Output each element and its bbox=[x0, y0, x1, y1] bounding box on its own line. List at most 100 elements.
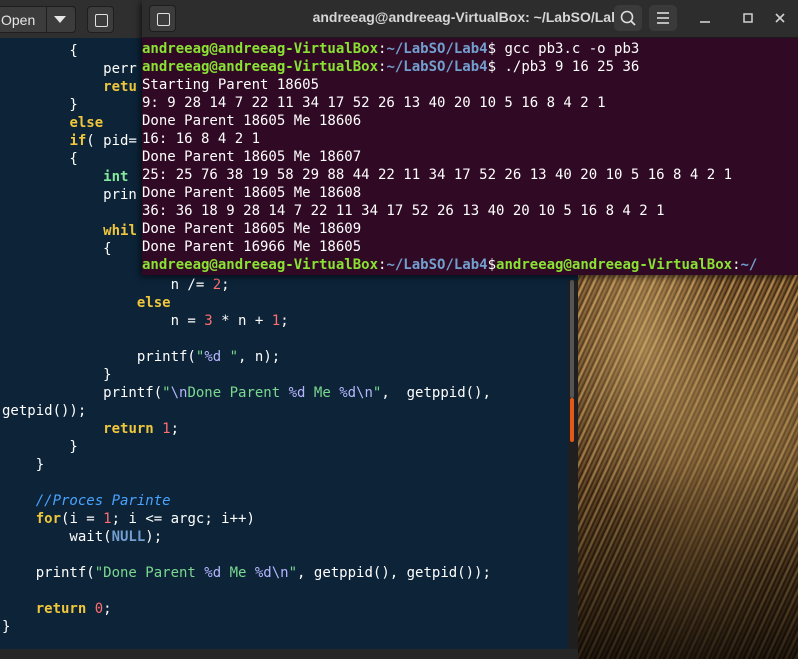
text-segment: $ bbox=[487, 257, 497, 273]
search-button[interactable] bbox=[614, 5, 642, 31]
text-segment bbox=[2, 133, 69, 149]
text-segment: " bbox=[288, 565, 298, 581]
text-segment bbox=[154, 421, 162, 437]
text-segment: " bbox=[221, 349, 239, 365]
text-segment: 16: 16 8 4 2 1 bbox=[142, 131, 261, 147]
close-button[interactable] bbox=[770, 8, 790, 28]
text-segment: %d bbox=[204, 349, 222, 365]
text-segment: whil bbox=[103, 223, 137, 239]
text-segment: andreeag@andreeag-VirtualBox bbox=[142, 257, 379, 273]
code-line: } bbox=[2, 96, 78, 114]
scrollbar-track[interactable] bbox=[570, 280, 574, 398]
terminal-line: Done Parent 18605 Me 18609 bbox=[142, 220, 361, 238]
minimize-button[interactable] bbox=[695, 8, 715, 28]
code-line: printf("Done Parent %d Me %d\n", getppid… bbox=[2, 564, 491, 582]
new-tab-icon bbox=[95, 14, 108, 27]
text-segment: printf( bbox=[2, 565, 95, 581]
terminal-line: Done Parent 18605 Me 18606 bbox=[142, 112, 361, 130]
terminal-line: Starting Parent 18605 bbox=[142, 76, 319, 94]
terminal-line: 36: 36 18 9 28 14 7 22 11 34 17 52 26 13… bbox=[142, 202, 665, 220]
text-segment: prin bbox=[2, 187, 137, 203]
text-segment: $ ./pb3 9 16 25 36 bbox=[487, 59, 640, 75]
terminal-line: 25: 25 76 38 19 58 29 88 44 22 11 34 17 … bbox=[142, 166, 732, 184]
maximize-icon bbox=[743, 13, 753, 23]
code-line: int bbox=[2, 168, 128, 186]
text-segment: \n bbox=[170, 385, 188, 401]
text-segment: 36: 36 18 9 28 14 7 22 11 34 17 52 26 13… bbox=[142, 203, 665, 219]
text-segment: 1 bbox=[162, 421, 171, 437]
code-line: printf("%d ", n); bbox=[2, 348, 280, 366]
text-segment: NULL bbox=[111, 529, 146, 545]
text-segment: Done Parent 18605 Me 18609 bbox=[142, 221, 362, 237]
text-segment: ~/LabSO/Lab4 bbox=[386, 41, 488, 57]
text-segment bbox=[2, 223, 103, 239]
code-line: retu bbox=[2, 78, 137, 96]
code-line: n = 3 * n + 1; bbox=[2, 312, 289, 330]
text-segment: ~/LabSO/Lab4 bbox=[386, 59, 488, 75]
code-line: else bbox=[2, 294, 171, 312]
menu-button[interactable] bbox=[649, 5, 677, 31]
text-segment: , getppid(), getpid()); bbox=[297, 565, 491, 581]
code-line: getpid()); bbox=[2, 402, 86, 420]
text-segment: else bbox=[136, 295, 171, 311]
text-segment bbox=[2, 295, 137, 311]
text-segment: ; bbox=[221, 277, 230, 293]
text-segment: $ gcc pb3.c -o pb3 bbox=[487, 41, 640, 57]
text-segment: //Proces Parinte bbox=[35, 493, 171, 509]
code-line: whil bbox=[2, 222, 137, 240]
text-segment: , getppid(), bbox=[381, 385, 491, 401]
text-segment: 25: 25 76 38 19 58 29 88 44 22 11 34 17 … bbox=[142, 167, 733, 183]
text-segment: } bbox=[2, 619, 11, 635]
code-line: } bbox=[2, 438, 78, 456]
text-segment: 3 bbox=[204, 313, 213, 329]
text-segment: { bbox=[2, 43, 78, 59]
new-tab-button[interactable] bbox=[87, 6, 114, 33]
text-segment bbox=[2, 169, 103, 185]
text-segment: } bbox=[2, 439, 78, 455]
text-segment: } bbox=[2, 457, 45, 473]
text-segment: 0 bbox=[94, 601, 104, 617]
scrollbar-thumb[interactable] bbox=[570, 398, 574, 442]
text-segment: Done Parent 18605 Me 18608 bbox=[142, 185, 362, 201]
text-segment: Done Parent bbox=[187, 385, 289, 401]
terminal-line: 9: 9 28 14 7 22 11 34 17 52 26 13 40 20 … bbox=[142, 94, 606, 112]
code-line: perr bbox=[2, 60, 137, 78]
text-segment: 2 bbox=[212, 277, 222, 293]
terminal-line: Done Parent 16966 Me 18605 bbox=[142, 238, 361, 256]
text-segment: ; bbox=[103, 601, 112, 617]
text-segment: Me bbox=[305, 385, 340, 401]
text-segment: ; bbox=[170, 421, 180, 437]
text-segment: } bbox=[2, 97, 78, 113]
text-segment: %d bbox=[254, 565, 272, 581]
text-segment: return bbox=[35, 601, 87, 617]
close-icon bbox=[775, 13, 785, 23]
chevron-down-icon[interactable] bbox=[54, 16, 66, 23]
open-button[interactable]: Open bbox=[0, 6, 76, 33]
text-segment: 1 bbox=[271, 313, 281, 329]
text-segment: n = bbox=[2, 313, 205, 329]
text-segment: wait( bbox=[2, 529, 112, 545]
code-line: n /= 2; bbox=[2, 276, 230, 294]
text-segment: Starting Parent 18605 bbox=[142, 77, 320, 93]
terminal-output[interactable]: andreeag@andreeag-VirtualBox: ~/LabSO/Lab… bbox=[142, 38, 798, 275]
open-button-label: Open bbox=[1, 12, 36, 28]
code-line: printf("\nDone Parent %d Me %d\n", getpp… bbox=[2, 384, 491, 402]
text-segment: ~/LabSO/Lab4 bbox=[386, 257, 488, 273]
text-segment: return bbox=[103, 421, 154, 437]
terminal-line: Done Parent 18605 Me 18607 bbox=[142, 148, 361, 166]
code-line: { bbox=[2, 240, 111, 258]
text-segment: (i = bbox=[61, 511, 104, 527]
text-segment bbox=[2, 115, 69, 131]
code-line: wait(NULL); bbox=[2, 528, 162, 546]
open-button-separator bbox=[46, 7, 47, 32]
code-line: return 0; bbox=[2, 600, 112, 618]
text-segment: ( pid= bbox=[86, 133, 137, 149]
search-icon bbox=[620, 10, 636, 26]
text-segment: 9: 9 28 14 7 22 11 34 17 52 26 13 40 20 … bbox=[142, 95, 606, 111]
maximize-button[interactable] bbox=[738, 8, 758, 28]
text-segment: , n); bbox=[238, 349, 281, 365]
code-line: { bbox=[2, 42, 78, 60]
text-segment: %d bbox=[288, 385, 306, 401]
text-segment: else bbox=[69, 115, 104, 131]
code-line: if( pid= bbox=[2, 132, 137, 150]
